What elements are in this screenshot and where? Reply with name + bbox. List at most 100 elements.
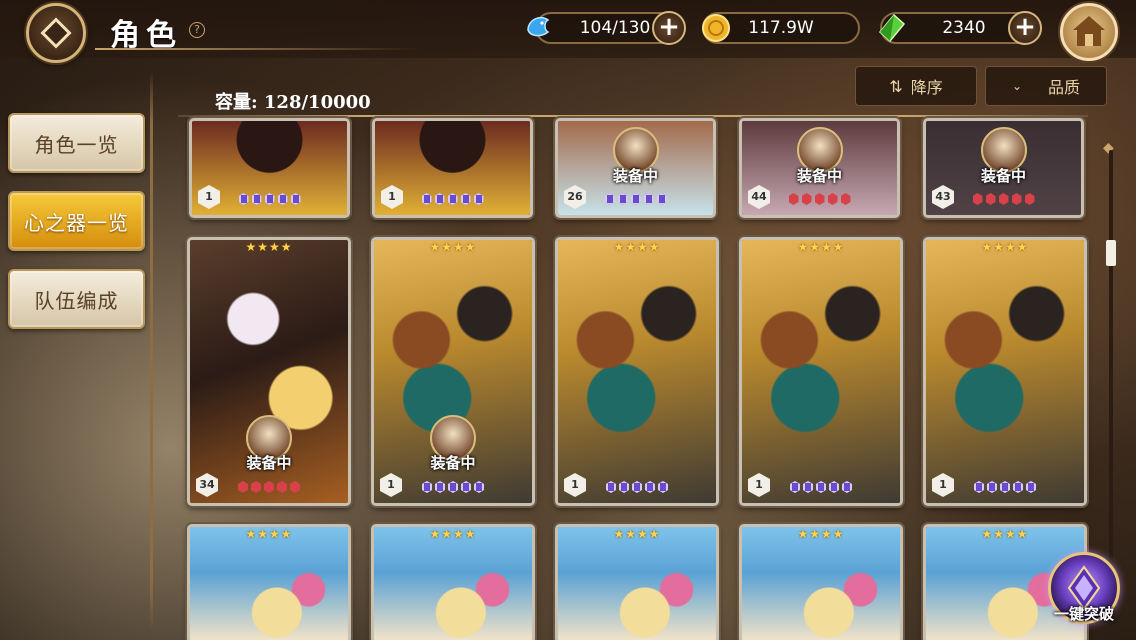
stamina-fish-icon	[527, 16, 550, 37]
gem-icon	[434, 193, 445, 205]
gem-icon	[1026, 481, 1036, 493]
card-art	[558, 240, 716, 503]
tab-heart-vessel-list[interactable]: 心之器一览	[8, 191, 145, 251]
heart-vessel-card[interactable]: ★★★★ 1	[555, 237, 719, 506]
tab-character-list-label: 角色一览	[34, 132, 119, 157]
gem-icon	[264, 193, 275, 205]
chevron-down-icon: ⌄	[1011, 79, 1023, 93]
gem-icon	[448, 481, 458, 493]
stamina-value: 104/130	[579, 18, 651, 38]
gem-icon	[972, 193, 983, 205]
gem-icon	[1011, 193, 1022, 205]
heart-vessel-card[interactable]: ★★★★ 装备中 34	[187, 237, 351, 506]
gem-icon	[829, 481, 839, 493]
back-button[interactable]	[26, 3, 86, 63]
gem-icon	[474, 481, 484, 493]
gem-icon	[788, 193, 799, 205]
card-gems	[422, 481, 484, 493]
gem-icon	[264, 481, 274, 493]
home-button[interactable]	[1060, 3, 1118, 61]
card-stars: ★★★★	[797, 527, 845, 541]
gem-icon	[251, 481, 261, 493]
heart-vessel-card[interactable]: 1	[189, 118, 350, 218]
equipped-label: 装备中	[796, 167, 843, 185]
equipped-label: 装备中	[612, 167, 659, 185]
gem-icon	[840, 193, 851, 205]
heart-vessel-card[interactable]: ★★★★	[187, 524, 351, 640]
heart-vessel-card[interactable]: 装备中 44	[739, 118, 900, 218]
capacity-label: 容量: 128/10000	[215, 92, 371, 113]
one-click-break-label: 一键突破	[1053, 605, 1114, 623]
card-art	[190, 527, 348, 640]
stamina-plus-button[interactable]: +	[652, 11, 686, 45]
gem-icon	[1000, 481, 1010, 493]
gem-icon	[473, 193, 484, 205]
equipped-label: 装备中	[430, 454, 476, 472]
gem-icon	[643, 193, 654, 205]
heart-vessel-card[interactable]: 装备中 26	[555, 118, 716, 218]
gem-plus-button[interactable]: +	[1008, 11, 1042, 45]
help-icon[interactable]: ?	[189, 22, 205, 38]
card-stars: ★★★★	[245, 527, 293, 541]
gem-value: 2340	[942, 18, 986, 38]
card-art	[742, 240, 900, 503]
tab-team-formation-label: 队伍编成	[34, 288, 119, 313]
left-divider	[150, 70, 153, 630]
card-gems	[238, 193, 301, 205]
card-gems	[974, 481, 1036, 493]
gem-icon	[606, 481, 616, 493]
gem-icon	[461, 481, 471, 493]
gem-icon	[998, 193, 1009, 205]
gem-icon	[1024, 193, 1035, 205]
gem-icon	[1013, 481, 1023, 493]
heart-vessel-card[interactable]: 1	[372, 118, 533, 218]
tab-character-list[interactable]: 角色一览	[8, 113, 145, 173]
heart-vessel-card[interactable]: ★★★★ 1	[739, 237, 903, 506]
quality-filter-button[interactable]: ⌄ 品质	[985, 66, 1107, 106]
card-gems	[238, 481, 300, 493]
card-art	[374, 527, 532, 640]
heart-vessel-card[interactable]: ★★★★	[371, 524, 535, 640]
gem-icon	[277, 193, 288, 205]
gem-icon	[656, 193, 667, 205]
heart-vessel-card[interactable]: ★★★★ 1	[923, 237, 1087, 506]
gem-icon	[619, 481, 629, 493]
card-gems	[604, 193, 667, 205]
heart-vessel-card[interactable]: ★★★★ 装备中 1	[371, 237, 535, 506]
heart-vessel-card[interactable]: ★★★★	[739, 524, 903, 640]
equipped-label: 装备中	[246, 454, 292, 472]
capacity-divider	[178, 115, 1088, 117]
card-stars: ★★★★	[797, 240, 845, 254]
gold-coin-icon	[702, 14, 730, 42]
card-art	[742, 527, 900, 640]
scrollbar-track[interactable]	[1109, 150, 1113, 620]
sort-order-icon: ⇅	[889, 76, 903, 96]
card-gems	[788, 193, 851, 205]
gem-icon	[801, 193, 812, 205]
gem-icon	[827, 193, 838, 205]
heart-vessel-card[interactable]: 装备中 43	[923, 118, 1084, 218]
card-art	[558, 527, 716, 640]
card-gems	[972, 193, 1035, 205]
gem-icon	[435, 481, 445, 493]
equipped-label: 装备中	[980, 167, 1027, 185]
card-stars: ★★★★	[981, 240, 1029, 254]
card-gems	[606, 481, 668, 493]
gem-icon	[790, 481, 800, 493]
gem-icon	[604, 193, 615, 205]
card-stars: ★★★★	[981, 527, 1029, 541]
gem-icon	[251, 193, 262, 205]
heart-vessel-card[interactable]: ★★★★	[555, 524, 719, 640]
scrollbar-thumb[interactable]	[1106, 240, 1116, 266]
back-diamond-icon	[40, 17, 72, 49]
gem-icon	[814, 193, 825, 205]
card-stars: ★★★★	[613, 240, 661, 254]
gem-icon	[816, 481, 826, 493]
tab-team-formation[interactable]: 队伍编成	[8, 269, 145, 329]
sort-order-button[interactable]: ⇅ 降序	[855, 66, 977, 106]
gem-icon	[842, 481, 852, 493]
gem-icon	[460, 193, 471, 205]
gem-icon	[422, 481, 432, 493]
card-stars: ★★★★	[245, 240, 293, 254]
gem-icon	[632, 481, 642, 493]
